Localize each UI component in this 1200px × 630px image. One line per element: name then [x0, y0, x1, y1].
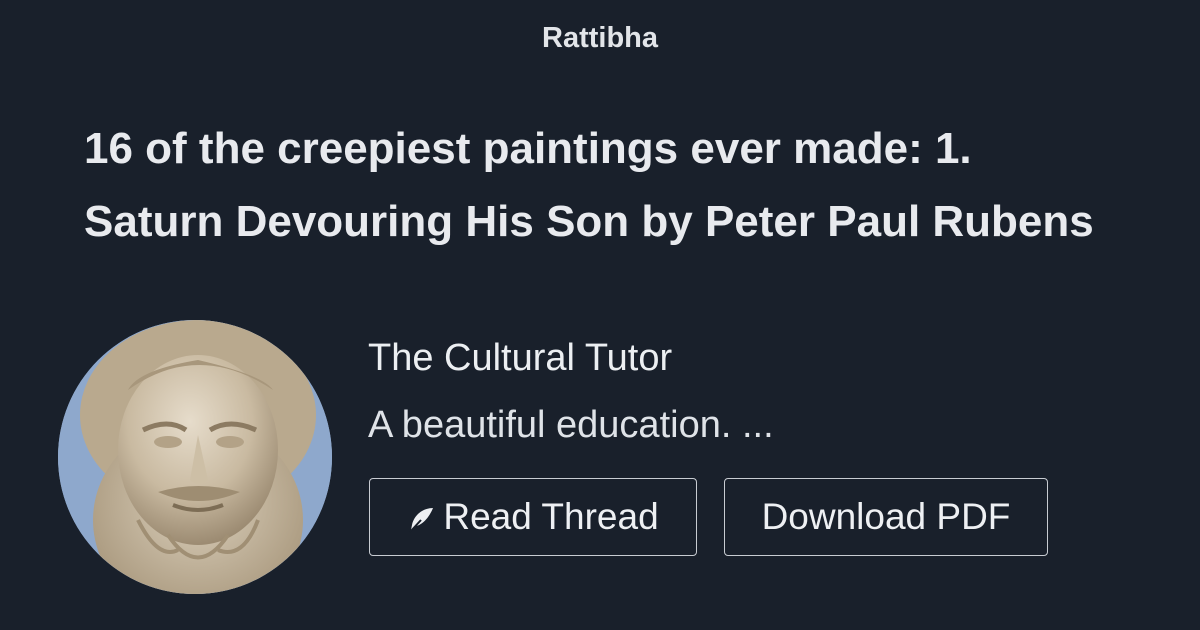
author-name: The Cultural Tutor: [368, 337, 673, 379]
brand-name: Rattibha: [542, 22, 658, 54]
author-avatar: [58, 320, 332, 594]
download-pdf-label: Download PDF: [761, 496, 1011, 537]
thread-title: 16 of the creepiest paintings ever made:…: [84, 124, 1094, 246]
author-bio: A beautiful education. ...: [368, 404, 774, 446]
feather-icon: [407, 506, 435, 534]
read-thread-label: Read Thread: [443, 496, 659, 537]
download-pdf-button[interactable]: Download PDF: [724, 478, 1048, 556]
read-thread-button[interactable]: Read Thread: [369, 478, 697, 556]
